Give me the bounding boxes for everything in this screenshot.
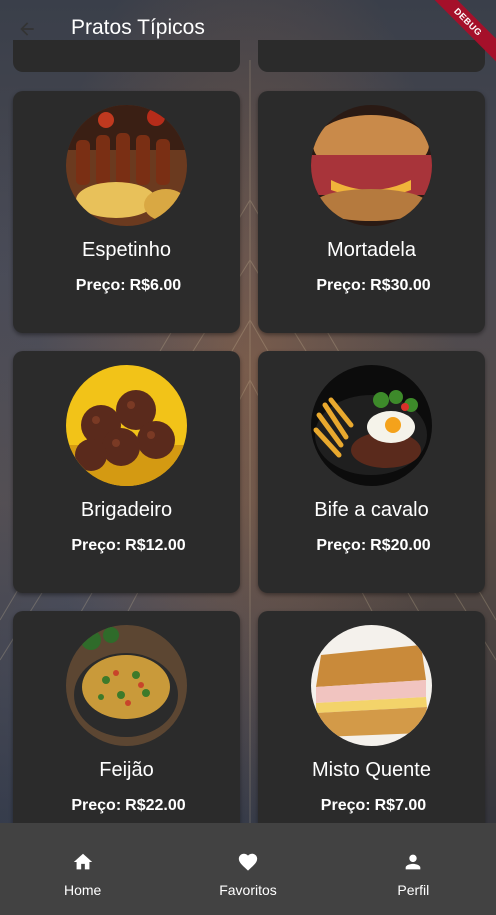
page-title: Pratos Típicos bbox=[71, 16, 205, 39]
dish-price: Preço: R$7.00 bbox=[258, 797, 485, 815]
dish-name: Mortadela bbox=[327, 239, 416, 261]
price-value: R$22.00 bbox=[125, 797, 186, 814]
dish-card[interactable]: Bife a cavalo Preço: R$20.00 bbox=[258, 351, 485, 593]
price-label: Preço: bbox=[71, 537, 122, 554]
grilled-sandwich-image bbox=[311, 625, 432, 746]
dish-name: Bife a cavalo bbox=[314, 499, 429, 521]
dish-card[interactable]: Mortadela Preço: R$30.00 bbox=[258, 91, 485, 333]
nav-item-favoritos[interactable]: Favoritos bbox=[165, 823, 330, 915]
price-value: R$7.00 bbox=[374, 797, 427, 814]
price-label: Preço: bbox=[316, 277, 367, 294]
back-button[interactable] bbox=[14, 17, 40, 41]
nav-label: Perfil bbox=[397, 882, 430, 898]
debug-banner: DEBUG bbox=[426, 0, 496, 70]
dish-card[interactable]: Brigadeiro Preço: R$12.00 bbox=[13, 351, 240, 593]
nav-label: Home bbox=[63, 882, 102, 898]
dish-price: Preço: R$12.00 bbox=[13, 537, 240, 555]
dish-price: Preço: R$22.00 bbox=[13, 797, 240, 815]
dish-card[interactable]: Feijão Preço: R$22.00 bbox=[13, 611, 240, 853]
debug-banner-label: DEBUG bbox=[426, 0, 496, 64]
skewers-image bbox=[66, 105, 187, 226]
dish-card[interactable]: Espetinho Preço: R$6.00 bbox=[13, 91, 240, 333]
dish-card[interactable]: Misto Quente Preço: R$7.00 bbox=[258, 611, 485, 853]
dish-name: Misto Quente bbox=[312, 759, 431, 781]
price-label: Preço: bbox=[71, 797, 122, 814]
mortadella-sandwich-image bbox=[311, 105, 432, 226]
nav-item-home[interactable]: Home bbox=[0, 823, 165, 915]
dish-name: Brigadeiro bbox=[80, 499, 173, 521]
price-value: R$6.00 bbox=[129, 277, 182, 294]
bottom-navigation: Home Favoritos Perfil bbox=[0, 823, 496, 915]
dish-name: Feijão bbox=[99, 759, 154, 781]
person-icon bbox=[405, 854, 421, 870]
price-label: Preço: bbox=[320, 797, 371, 814]
dish-name: Espetinho bbox=[82, 239, 171, 261]
price-value: R$12.00 bbox=[125, 537, 186, 554]
feijao-image bbox=[66, 625, 187, 746]
steak-egg-fries-image bbox=[311, 365, 432, 486]
app-bar: Pratos Típicos bbox=[0, 0, 496, 58]
price-value: R$20.00 bbox=[370, 537, 431, 554]
dish-price: Preço: R$20.00 bbox=[258, 537, 485, 555]
arrow-back-icon bbox=[20, 22, 34, 36]
price-value: R$30.00 bbox=[370, 277, 431, 294]
home-icon bbox=[73, 853, 92, 870]
price-label: Preço: bbox=[316, 537, 367, 554]
price-label: Preço: bbox=[75, 277, 126, 294]
nav-item-perfil[interactable]: Perfil bbox=[331, 823, 496, 915]
heart-icon bbox=[238, 853, 258, 871]
nav-label: Favoritos bbox=[219, 882, 277, 898]
brigadeiro-image bbox=[66, 365, 187, 486]
dish-price: Preço: R$30.00 bbox=[258, 277, 485, 295]
dish-price: Preço: R$6.00 bbox=[13, 277, 240, 295]
